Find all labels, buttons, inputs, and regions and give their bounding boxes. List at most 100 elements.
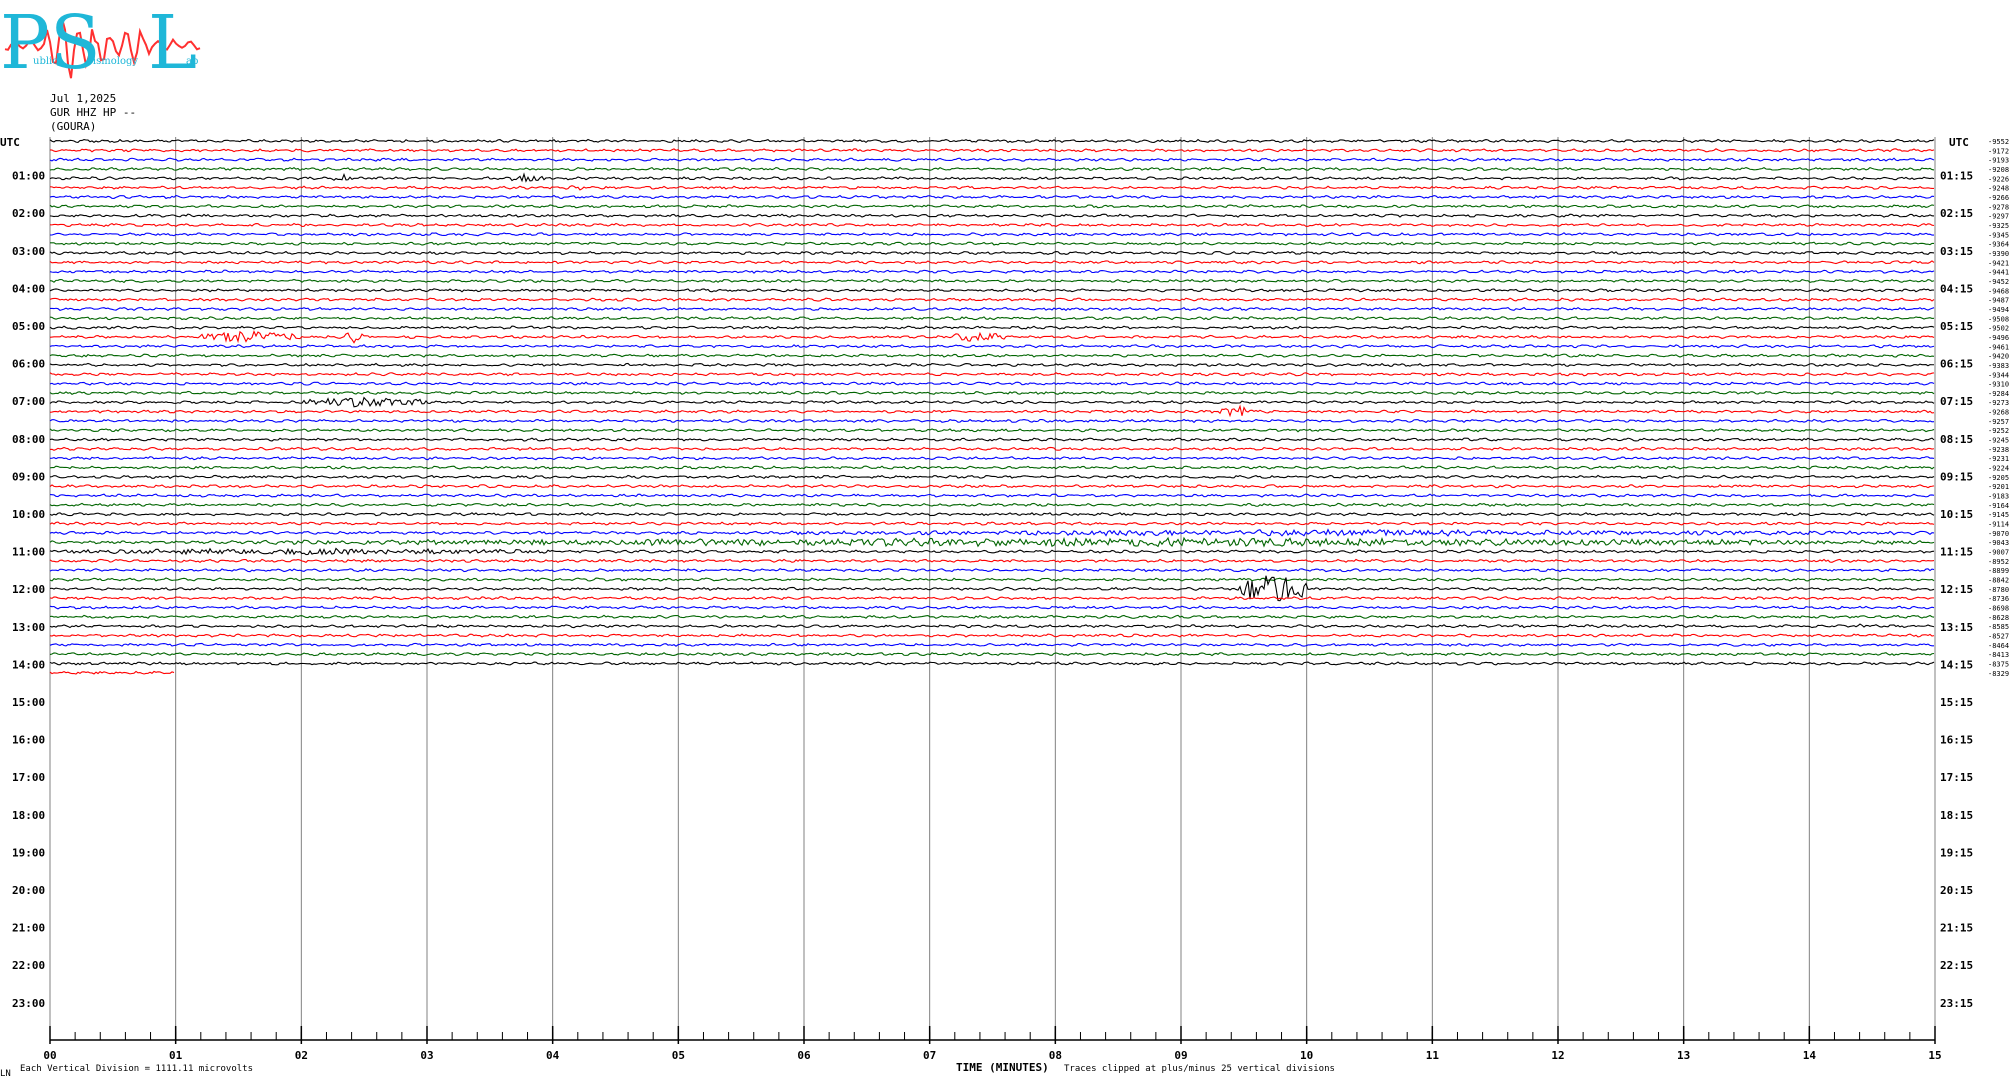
seismic-trace xyxy=(49,521,1935,526)
hour-label-right: 03:15 xyxy=(1940,245,1973,258)
seismic-trace xyxy=(49,396,1935,408)
trace-offset-label: -9487 xyxy=(1988,297,2009,305)
hour-label-left: 04:00 xyxy=(12,282,45,295)
trace-offset-label: -9043 xyxy=(1988,539,2009,547)
seismic-trace xyxy=(49,418,1935,424)
hour-label-right: 06:15 xyxy=(1940,358,1973,371)
hour-label-left: 07:00 xyxy=(12,395,45,408)
hour-label-right: 15:15 xyxy=(1940,696,1973,709)
trace-offset-label: -9420 xyxy=(1988,353,2009,361)
hour-label-right: 13:15 xyxy=(1940,621,1973,634)
trace-offset-label: -9248 xyxy=(1988,185,2009,193)
hour-label-right: 08:15 xyxy=(1940,433,1973,446)
trace-offset-label: -9461 xyxy=(1988,343,2009,351)
trace-offset-label: -9252 xyxy=(1988,427,2009,435)
trace-offset-label: -8585 xyxy=(1988,623,2009,631)
trace-offset-label: -9172 xyxy=(1988,147,2009,155)
trace-offset-label: -8628 xyxy=(1988,614,2009,622)
trace-offset-label: -9278 xyxy=(1988,203,2009,211)
trace-offset-label: -9364 xyxy=(1988,241,2009,249)
seismic-trace xyxy=(49,577,1935,582)
seismic-trace xyxy=(49,185,1935,191)
helicorder-plot: 01:00 02:00 03:00 04:00 05:00 06:00 07:00 08:00… xyxy=(12,137,2009,1062)
x-tick-label: 14 xyxy=(1803,1049,1817,1062)
seismic-trace xyxy=(49,568,1935,573)
seismic-trace xyxy=(49,250,1935,256)
seismic-trace xyxy=(49,353,1935,358)
hour-label-left: 12:00 xyxy=(12,583,45,596)
x-tick-label: 08 xyxy=(1049,1049,1062,1062)
hour-label-left: 09:00 xyxy=(12,470,45,483)
trace-offset-label: -9231 xyxy=(1988,455,2009,463)
seismic-trace xyxy=(49,558,1935,564)
trace-offset-label: -8375 xyxy=(1988,660,2009,668)
right-hour-labels: 01:15 02:15 03:15 04:15 05:15 06:15 07:15 08:15… xyxy=(1940,170,1973,1010)
trace-offset-label: -8527 xyxy=(1988,632,2009,640)
x-tick-label: 04 xyxy=(546,1049,560,1062)
trace-offset-label: -9245 xyxy=(1988,437,2009,445)
seismic-trace xyxy=(49,547,1935,556)
seismic-trace xyxy=(49,288,1934,293)
hour-label-left: 06:00 xyxy=(12,358,45,371)
seismic-trace xyxy=(49,404,1935,418)
hour-label-left: 01:00 xyxy=(12,170,45,183)
trace-offset-label: -9201 xyxy=(1988,483,2009,491)
seismic-trace xyxy=(49,325,1935,330)
seismic-trace xyxy=(49,474,1935,480)
trace-offset-label: -9345 xyxy=(1988,231,2009,239)
trace-offset-label: -9310 xyxy=(1988,381,2009,389)
trace-offset-label: -9205 xyxy=(1988,474,2009,482)
trace-offset-label: -9273 xyxy=(1988,399,2009,407)
trace-offset-label: -9552 xyxy=(1988,138,2009,146)
hour-label-right: 04:15 xyxy=(1940,282,1973,295)
trace-offset-label: -9208 xyxy=(1988,166,2009,174)
trace-offset-label: -8464 xyxy=(1988,642,2009,650)
seismic-trace xyxy=(49,670,175,675)
hour-label-right: 20:15 xyxy=(1940,884,1973,897)
x-tick-label: 13 xyxy=(1677,1049,1690,1062)
x-tick-label: 10 xyxy=(1300,1049,1313,1062)
seismic-trace xyxy=(49,362,1934,367)
x-axis: 00 01 02 03 04 05 06 07 08 09 10 11 12 13 14 15 xyxy=(43,1026,1942,1062)
seismic-trace xyxy=(49,260,1935,265)
seismic-trace xyxy=(49,213,1935,218)
hour-label-right: 16:15 xyxy=(1940,734,1973,747)
seismic-trace xyxy=(49,512,1935,517)
hour-label-right: 17:15 xyxy=(1940,771,1973,784)
seismic-traces xyxy=(49,138,1935,675)
seismic-trace xyxy=(49,232,1934,237)
x-tick-label: 01 xyxy=(169,1049,183,1062)
trace-offset-label: -9325 xyxy=(1988,222,2009,230)
hour-label-left: 03:00 xyxy=(12,245,45,258)
hour-label-left: 15:00 xyxy=(12,696,45,709)
trace-offset-label: -9226 xyxy=(1988,175,2009,183)
x-tick-label: 05 xyxy=(672,1049,685,1062)
trace-offset-label: -9224 xyxy=(1988,465,2009,473)
seismic-trace xyxy=(49,605,1935,610)
trace-offset-labels: -9552-9172 -9193-9208-9226 -9248-9266-9278… xyxy=(1988,138,2009,678)
seismic-trace xyxy=(49,456,1935,461)
seismic-trace xyxy=(49,316,1935,321)
trace-offset-label: -8899 xyxy=(1988,567,2009,575)
trace-offset-label: -8780 xyxy=(1988,586,2009,594)
trace-offset-label: -8413 xyxy=(1988,651,2009,659)
seismic-trace xyxy=(49,446,1935,452)
trace-offset-label: -9284 xyxy=(1988,390,2009,398)
hour-label-right: 07:15 xyxy=(1940,395,1973,408)
trace-offset-label: -9268 xyxy=(1988,409,2009,417)
seismic-trace xyxy=(49,633,1935,638)
seismic-trace xyxy=(49,278,1935,284)
seismic-trace xyxy=(49,502,1935,507)
trace-offset-label: -9468 xyxy=(1988,287,2009,295)
hour-label-right: 12:15 xyxy=(1940,583,1973,596)
seismic-trace xyxy=(49,623,1935,629)
seismic-trace xyxy=(49,484,1935,489)
hour-label-left: 08:00 xyxy=(12,433,45,446)
hour-label-left: 22:00 xyxy=(12,959,45,972)
hour-label-right: 21:15 xyxy=(1940,922,1973,935)
seismic-trace xyxy=(49,269,1935,274)
seismic-trace xyxy=(49,297,1935,302)
trace-offset-label: -8952 xyxy=(1988,558,2009,566)
seismic-trace xyxy=(49,536,1935,548)
clip-note: Traces clipped at plus/minus 25 vertical… xyxy=(1064,1064,1335,1074)
